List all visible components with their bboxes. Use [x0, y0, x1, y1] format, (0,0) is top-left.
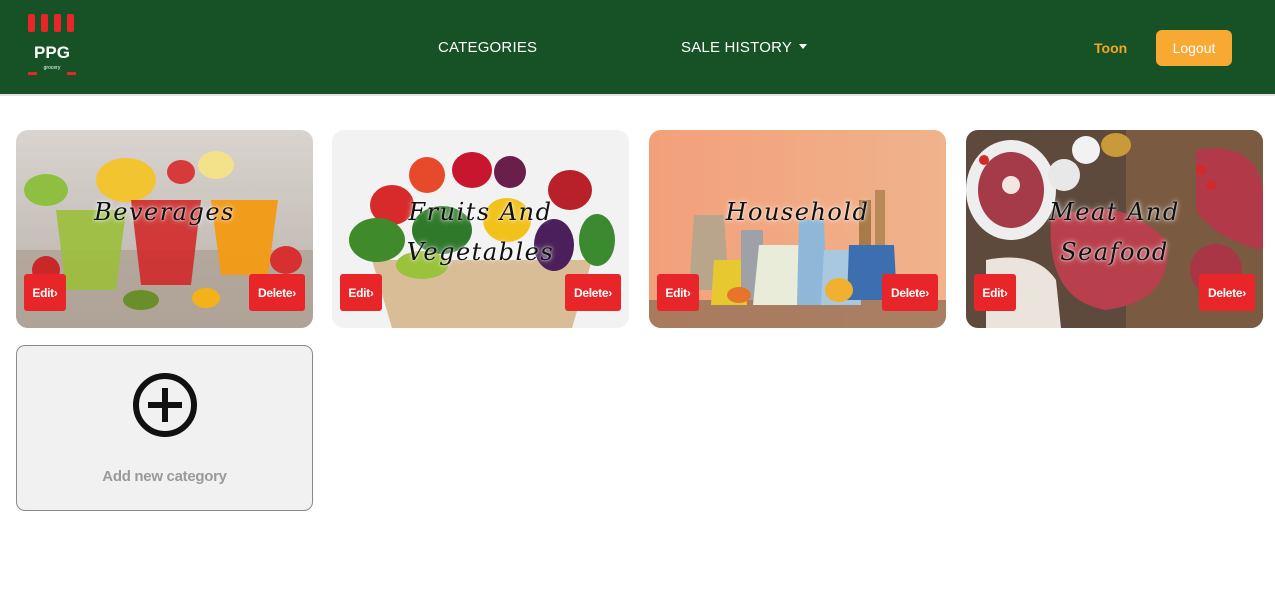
- nav-categories-link[interactable]: CATEGORIES: [438, 39, 537, 56]
- edit-button[interactable]: Edit›: [657, 274, 699, 311]
- category-title-line: Fruits And: [408, 198, 553, 226]
- edit-button[interactable]: Edit›: [340, 274, 382, 311]
- category-title-line: Beverages: [94, 198, 235, 226]
- category-card-fruits-and-vegetables[interactable]: Fruits And Vegetables Edit› Delete›: [332, 130, 629, 328]
- svg-text:grocery: grocery: [44, 65, 61, 71]
- delete-button[interactable]: Delete›: [249, 274, 305, 311]
- user-name[interactable]: Toon: [1094, 40, 1127, 56]
- add-category-label: Add new category: [102, 468, 227, 485]
- category-title: Meat And Seafood: [966, 192, 1263, 272]
- nav-categories-label: CATEGORIES: [438, 39, 538, 56]
- nav-sale-history-dropdown[interactable]: SALE HISTORY: [681, 39, 808, 56]
- category-card-meat-and-seafood[interactable]: Meat And Seafood Edit› Delete›: [966, 130, 1263, 328]
- top-navbar: PPG grocery CATEGORIES SALE HISTORY Toon…: [0, 0, 1275, 96]
- category-title-line: Meat And: [1049, 198, 1180, 226]
- edit-button[interactable]: Edit›: [974, 274, 1016, 311]
- category-title: Beverages: [16, 192, 313, 232]
- add-category-card[interactable]: Add new category: [16, 345, 313, 511]
- svg-text:PPG: PPG: [34, 43, 70, 62]
- delete-button[interactable]: Delete›: [882, 274, 938, 311]
- plus-circle-icon: [133, 373, 197, 437]
- caret-down-icon: [799, 44, 808, 49]
- category-title: Household: [649, 192, 946, 232]
- category-title-line: Household: [725, 198, 870, 226]
- category-title-line: Seafood: [1060, 238, 1169, 266]
- ppg-logo-icon[interactable]: PPG grocery: [26, 12, 78, 78]
- delete-button[interactable]: Delete›: [565, 274, 621, 311]
- category-card-beverages[interactable]: Beverages Edit› Delete›: [16, 130, 313, 328]
- category-title: Fruits And Vegetables: [332, 192, 629, 272]
- nav-sale-history-label: SALE HISTORY: [681, 39, 793, 56]
- delete-button[interactable]: Delete›: [1199, 274, 1255, 311]
- logout-button[interactable]: Logout: [1156, 30, 1232, 66]
- edit-button[interactable]: Edit›: [24, 274, 66, 311]
- category-title-line: Vegetables: [406, 238, 555, 266]
- category-card-household[interactable]: Household Edit› Delete›: [649, 130, 946, 328]
